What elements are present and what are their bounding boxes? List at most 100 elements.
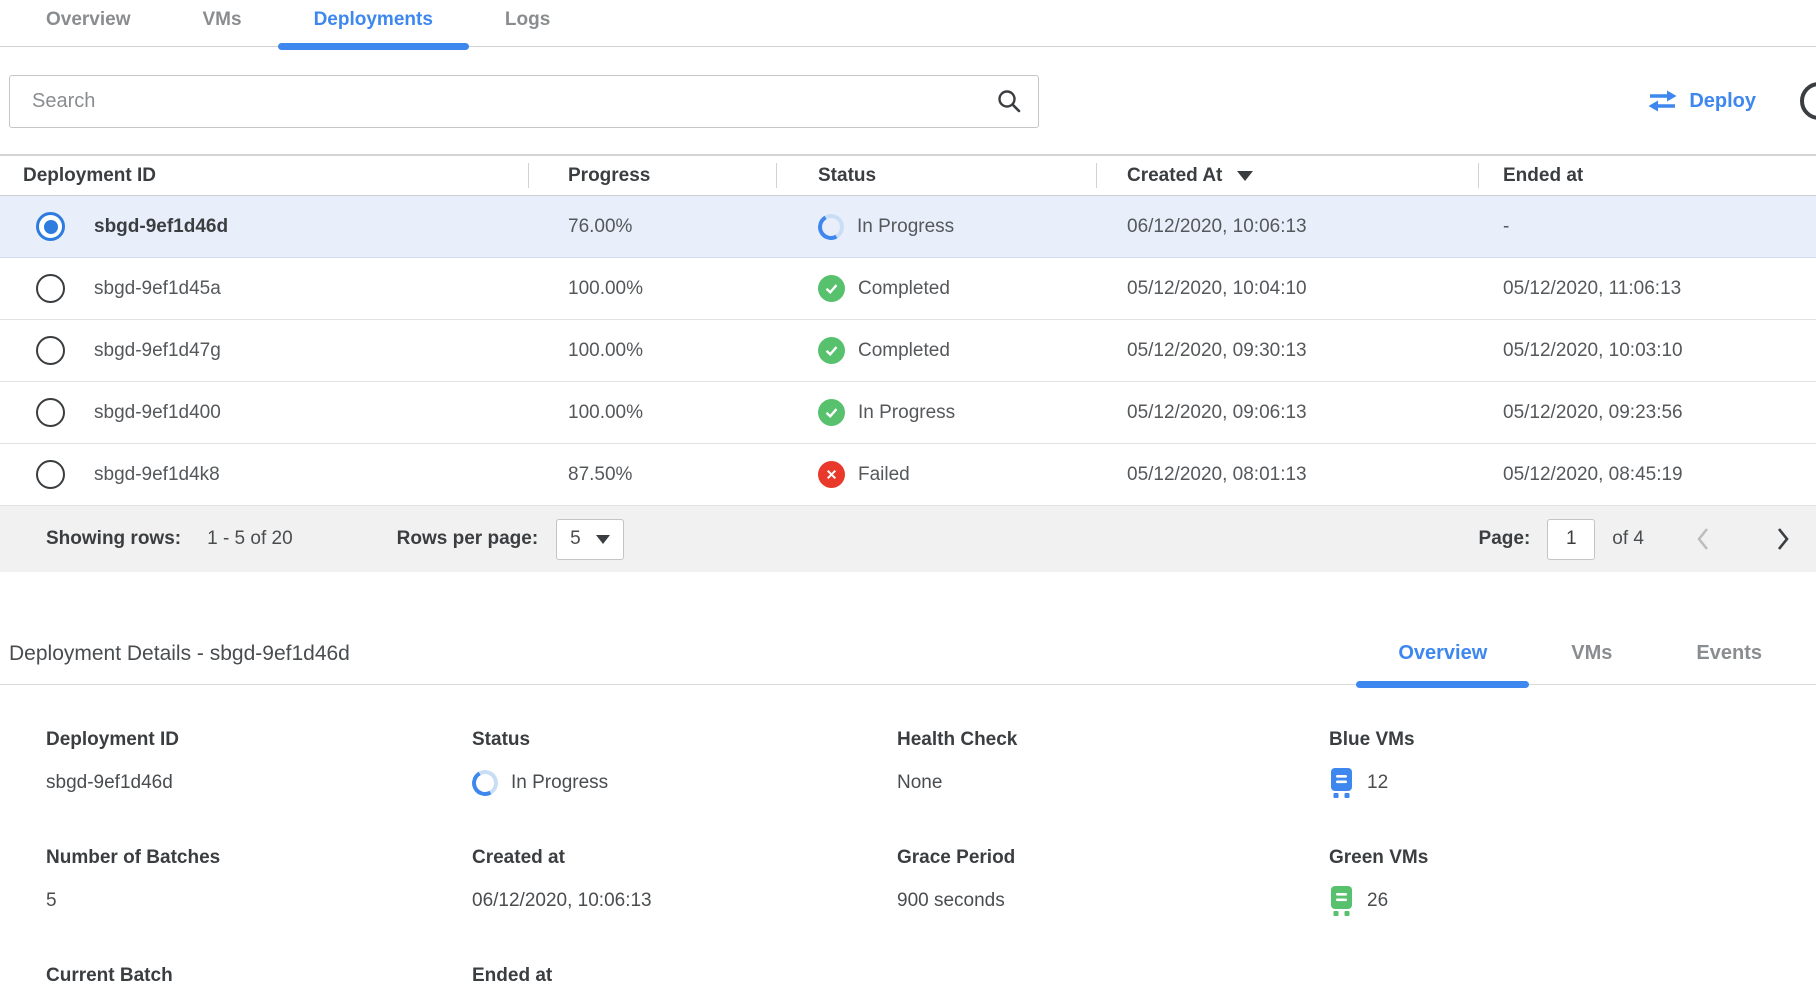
table-row[interactable]: sbgd-9ef1d4k8 87.50% Failed 05/12/2020, …: [0, 444, 1816, 506]
tab-logs[interactable]: Logs: [469, 9, 586, 46]
field-label: Health Check: [897, 729, 1329, 751]
column-header-progress[interactable]: Progress: [528, 156, 776, 195]
progress-cell: 100.00%: [528, 278, 776, 300]
deploy-button[interactable]: Deploy: [1647, 90, 1756, 113]
deployment-details-header: Deployment Details - sbgd-9ef1d46d Overv…: [0, 642, 1816, 685]
search-icon: [996, 88, 1022, 114]
progress-cell: 76.00%: [528, 216, 776, 238]
rows-per-page-value: 5: [570, 528, 581, 550]
table-header-row: Deployment ID Progress Status Created At…: [0, 154, 1816, 196]
created-at-cell: 05/12/2020, 09:30:13: [1096, 340, 1478, 362]
deployment-id-cell: sbgd-9ef1d46d: [94, 216, 228, 238]
next-page-icon[interactable]: [1776, 527, 1790, 551]
table-row[interactable]: sbgd-9ef1d45a 100.00% Completed 05/12/20…: [0, 258, 1816, 320]
field-label: Created at: [472, 847, 897, 869]
ended-at-cell: 05/12/2020, 09:23:56: [1478, 402, 1816, 424]
column-header-deployment-id[interactable]: Deployment ID: [0, 156, 528, 195]
table-pagination-bar: Showing rows: 1 - 5 of 20 Rows per page:…: [0, 506, 1816, 572]
details-tab-overview[interactable]: Overview: [1356, 642, 1529, 684]
field-label: Blue VMs: [1329, 729, 1816, 751]
showing-rows-value: 1 - 5 of 20: [207, 528, 293, 550]
field-label: Grace Period: [897, 847, 1329, 869]
status-cell: In Progress: [858, 402, 955, 424]
page-number-input[interactable]: [1547, 519, 1595, 560]
progress-cell: 100.00%: [528, 402, 776, 424]
column-header-status[interactable]: Status: [776, 156, 1096, 195]
column-header-ended-at[interactable]: Ended at: [1478, 156, 1816, 195]
status-cell: Completed: [858, 340, 950, 362]
field-value: 12: [1367, 772, 1388, 794]
field-ended-at: Ended at -: [472, 965, 897, 992]
failed-cross-icon: [818, 461, 845, 488]
deployment-id-cell: sbgd-9ef1d4k8: [94, 464, 220, 486]
tab-vms[interactable]: VMs: [167, 9, 278, 46]
status-cell: Failed: [858, 464, 910, 486]
deploy-swap-icon: [1647, 90, 1678, 112]
field-label: Current Batch: [46, 965, 472, 987]
status-cell: In Progress: [857, 216, 954, 238]
field-green-vms: Green VMs 26: [1329, 847, 1816, 916]
created-at-cell: 05/12/2020, 10:04:10: [1096, 278, 1478, 300]
field-label: Deployment ID: [46, 729, 472, 751]
deployment-details-title: Deployment Details - sbgd-9ef1d46d: [9, 642, 350, 684]
table-row[interactable]: sbgd-9ef1d400 100.00% In Progress 05/12/…: [0, 382, 1816, 444]
main-tab-bar: Overview VMs Deployments Logs: [0, 0, 1816, 47]
field-value: In Progress: [511, 772, 608, 794]
deployment-id-cell: sbgd-9ef1d45a: [94, 278, 221, 300]
blue-vm-server-icon: [1329, 768, 1354, 798]
search-box[interactable]: [9, 75, 1039, 128]
tab-deployments[interactable]: Deployments: [278, 9, 469, 46]
deployments-table: Deployment ID Progress Status Created At…: [0, 154, 1816, 572]
column-header-created-at[interactable]: Created At: [1096, 156, 1478, 195]
field-label: Ended at: [472, 965, 897, 987]
deployment-details-grid: Deployment ID sbgd-9ef1d46d Status In Pr…: [0, 685, 1816, 992]
status-cell: Completed: [858, 278, 950, 300]
completed-check-icon: [818, 399, 845, 426]
showing-rows-label: Showing rows:: [46, 528, 181, 550]
deploy-button-label: Deploy: [1689, 90, 1756, 113]
in-progress-spinner-icon: [469, 767, 501, 799]
details-tab-vms[interactable]: VMs: [1529, 642, 1654, 684]
field-value: 26: [1367, 890, 1388, 912]
green-vm-server-icon: [1329, 886, 1354, 916]
history-icon[interactable]: [1800, 82, 1816, 120]
progress-cell: 87.50%: [528, 464, 776, 486]
ended-at-cell: 05/12/2020, 10:03:10: [1478, 340, 1816, 362]
field-label: Number of Batches: [46, 847, 472, 869]
row-radio[interactable]: [36, 398, 65, 427]
details-tab-bar: Overview VMs Events: [1356, 642, 1816, 684]
field-current-batch: Current Batch 5: [46, 965, 472, 992]
field-label: Status: [472, 729, 897, 751]
tab-overview[interactable]: Overview: [10, 9, 167, 46]
row-radio[interactable]: [36, 336, 65, 365]
field-deployment-id: Deployment ID sbgd-9ef1d46d: [46, 729, 472, 798]
table-row[interactable]: sbgd-9ef1d47g 100.00% Completed 05/12/20…: [0, 320, 1816, 382]
table-row[interactable]: sbgd-9ef1d46d 76.00% In Progress 06/12/2…: [0, 196, 1816, 258]
field-value: 06/12/2020, 10:06:13: [472, 886, 897, 916]
created-at-cell: 06/12/2020, 10:06:13: [1096, 216, 1478, 238]
deployment-id-cell: sbgd-9ef1d47g: [94, 340, 221, 362]
completed-check-icon: [818, 337, 845, 364]
field-number-of-batches: Number of Batches 5: [46, 847, 472, 916]
field-created-at: Created at 06/12/2020, 10:06:13: [472, 847, 897, 916]
chevron-down-icon: [596, 535, 610, 544]
rows-per-page-label: Rows per page:: [397, 528, 538, 550]
toolbar: Deploy: [0, 74, 1816, 128]
completed-check-icon: [818, 275, 845, 302]
ended-at-cell: 05/12/2020, 11:06:13: [1478, 278, 1816, 300]
rows-per-page-select[interactable]: 5: [556, 519, 624, 560]
ended-at-cell: -: [1478, 216, 1816, 238]
field-value: None: [897, 768, 1329, 798]
field-blue-vms: Blue VMs 12: [1329, 729, 1816, 798]
details-tab-events[interactable]: Events: [1654, 642, 1804, 684]
row-radio-selected[interactable]: [36, 212, 65, 241]
search-input[interactable]: [10, 90, 996, 113]
field-value: 900 seconds: [897, 886, 1329, 916]
row-radio[interactable]: [36, 460, 65, 489]
in-progress-spinner-icon: [815, 211, 847, 243]
previous-page-icon[interactable]: [1696, 527, 1710, 551]
created-at-cell: 05/12/2020, 08:01:13: [1096, 464, 1478, 486]
deployment-id-cell: sbgd-9ef1d400: [94, 402, 221, 424]
row-radio[interactable]: [36, 274, 65, 303]
field-value: sbgd-9ef1d46d: [46, 768, 472, 798]
